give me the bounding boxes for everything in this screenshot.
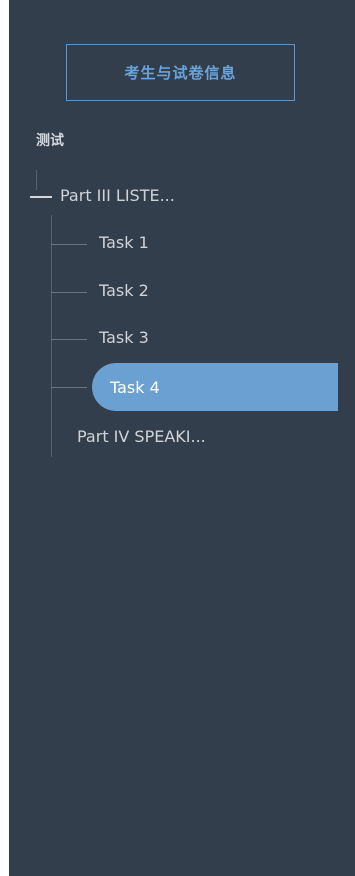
tree-item-part4[interactable]: Part IV SPEAKI... bbox=[77, 427, 206, 446]
task1-branch-line bbox=[51, 244, 87, 245]
part3-expand-dash[interactable] bbox=[30, 196, 52, 198]
tree-item-task-3[interactable]: Task 3 bbox=[99, 328, 149, 347]
tree-item-task-4-selected[interactable]: Task 4 bbox=[92, 363, 338, 411]
task3-branch-line bbox=[51, 339, 87, 340]
candidate-paper-info-button[interactable]: 考生与试卷信息 bbox=[66, 44, 295, 101]
tree-connector-top bbox=[36, 170, 37, 190]
tree-item-part3[interactable]: Part III LISTE... bbox=[60, 186, 175, 205]
tree-connector-children bbox=[51, 215, 52, 457]
tree-title: 测试 bbox=[36, 133, 64, 149]
tree-item-task-2[interactable]: Task 2 bbox=[99, 281, 149, 300]
task4-branch-line bbox=[51, 387, 87, 388]
tree-item-task-1[interactable]: Task 1 bbox=[99, 233, 149, 252]
task2-branch-line bbox=[51, 292, 87, 293]
sidebar-panel: 考生与试卷信息 测试 Part III LISTE... Task 1 Task… bbox=[9, 0, 355, 876]
